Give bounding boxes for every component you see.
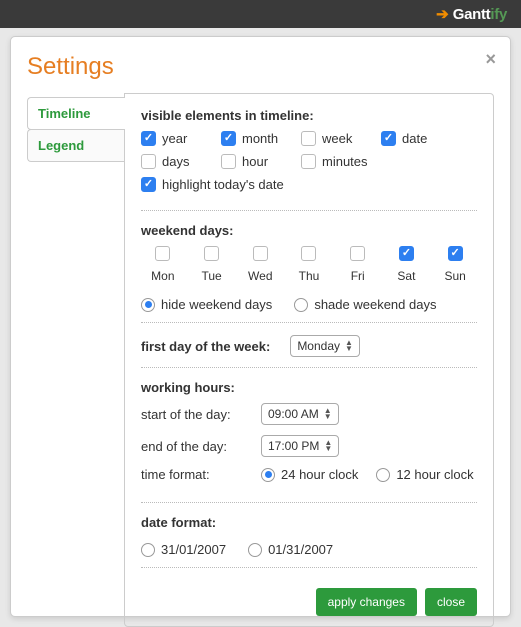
visible-title: visible elements in timeline: [141, 108, 477, 123]
radio-24h[interactable]: 24 hour clock [261, 467, 358, 482]
label-week: week [322, 131, 352, 146]
settings-tabs: Timeline Legend [27, 93, 125, 627]
updown-icon: ▲▼ [324, 408, 332, 420]
label-hide-weekend: hide weekend days [161, 297, 272, 312]
checkbox-sun[interactable] [448, 246, 463, 261]
checkbox-hour[interactable] [221, 154, 236, 169]
settings-modal: × Settings Timeline Legend visible eleme… [10, 36, 511, 617]
tab-timeline[interactable]: Timeline [27, 97, 125, 130]
label-date-mdy: 01/31/2007 [268, 542, 333, 557]
label-days: days [162, 154, 189, 169]
radio-icon [141, 298, 155, 312]
label-shade-weekend: shade weekend days [314, 297, 436, 312]
checkbox-thu[interactable] [301, 246, 316, 261]
label-tue: Tue [201, 269, 221, 283]
radio-icon [376, 468, 390, 482]
first-day-row: first day of the week: Monday ▲▼ [141, 335, 477, 357]
checkbox-minutes[interactable] [301, 154, 316, 169]
label-sat: Sat [397, 269, 415, 283]
brand-logo: ➔ Ganttify [436, 5, 507, 23]
start-time-value: 09:00 AM [268, 407, 319, 421]
app-topbar: ➔ Ganttify [0, 0, 521, 28]
radio-shade-weekend[interactable]: shade weekend days [294, 297, 436, 312]
label-sun: Sun [444, 269, 465, 283]
settings-panel: visible elements in timeline: year month… [124, 93, 494, 627]
label-minutes: minutes [322, 154, 368, 169]
start-label: start of the day: [141, 407, 261, 422]
close-button[interactable]: close [425, 588, 477, 616]
start-time-select[interactable]: 09:00 AM ▲▼ [261, 403, 339, 425]
visible-options: year month week date days hour minutes h… [141, 131, 477, 200]
checkbox-fri[interactable] [350, 246, 365, 261]
brand-text: Ganttify [453, 6, 507, 23]
checkbox-highlight-today[interactable] [141, 177, 156, 192]
radio-hide-weekend[interactable]: hide weekend days [141, 297, 272, 312]
weekend-title: weekend days: [141, 223, 477, 238]
updown-icon: ▲▼ [345, 340, 353, 352]
divider [141, 322, 477, 323]
radio-date-dmy[interactable]: 31/01/2007 [141, 542, 226, 557]
updown-icon: ▲▼ [324, 440, 332, 452]
apply-button[interactable]: apply changes [316, 588, 417, 616]
checkbox-mon[interactable] [155, 246, 170, 261]
label-24h: 24 hour clock [281, 467, 358, 482]
datefmt-title: date format: [141, 515, 477, 530]
label-wed: Wed [248, 269, 272, 283]
weekend-days-row: Mon Tue Wed Thu Fri Sat Sun [141, 246, 477, 283]
label-12h: 12 hour clock [396, 467, 473, 482]
tab-legend[interactable]: Legend [27, 129, 125, 162]
close-icon[interactable]: × [485, 49, 496, 70]
radio-icon [261, 468, 275, 482]
divider [141, 502, 477, 503]
radio-date-mdy[interactable]: 01/31/2007 [248, 542, 333, 557]
modal-title: Settings [27, 53, 494, 81]
radio-icon [141, 543, 155, 557]
label-mon: Mon [151, 269, 174, 283]
time-format-label: time format: [141, 467, 261, 482]
checkbox-week[interactable] [301, 131, 316, 146]
label-date: date [402, 131, 427, 146]
first-day-label: first day of the week: [141, 339, 270, 354]
checkbox-month[interactable] [221, 131, 236, 146]
end-time-value: 17:00 PM [268, 439, 319, 453]
checkbox-year[interactable] [141, 131, 156, 146]
checkbox-date[interactable] [381, 131, 396, 146]
divider [141, 567, 477, 568]
checkbox-sat[interactable] [399, 246, 414, 261]
modal-footer: apply changes close [141, 580, 477, 616]
end-label: end of the day: [141, 439, 261, 454]
first-day-select[interactable]: Monday ▲▼ [290, 335, 360, 357]
radio-icon [294, 298, 308, 312]
label-thu: Thu [299, 269, 320, 283]
checkbox-wed[interactable] [253, 246, 268, 261]
brand-mark-icon: ➔ [436, 5, 449, 23]
hours-title: working hours: [141, 380, 477, 395]
radio-icon [248, 543, 262, 557]
end-time-select[interactable]: 17:00 PM ▲▼ [261, 435, 339, 457]
label-date-dmy: 31/01/2007 [161, 542, 226, 557]
label-year: year [162, 131, 187, 146]
checkbox-days[interactable] [141, 154, 156, 169]
first-day-value: Monday [297, 339, 340, 353]
label-hour: hour [242, 154, 268, 169]
checkbox-tue[interactable] [204, 246, 219, 261]
divider [141, 367, 477, 368]
label-month: month [242, 131, 278, 146]
divider [141, 210, 477, 211]
radio-12h[interactable]: 12 hour clock [376, 467, 473, 482]
label-highlight-today: highlight today's date [162, 177, 284, 192]
label-fri: Fri [351, 269, 365, 283]
